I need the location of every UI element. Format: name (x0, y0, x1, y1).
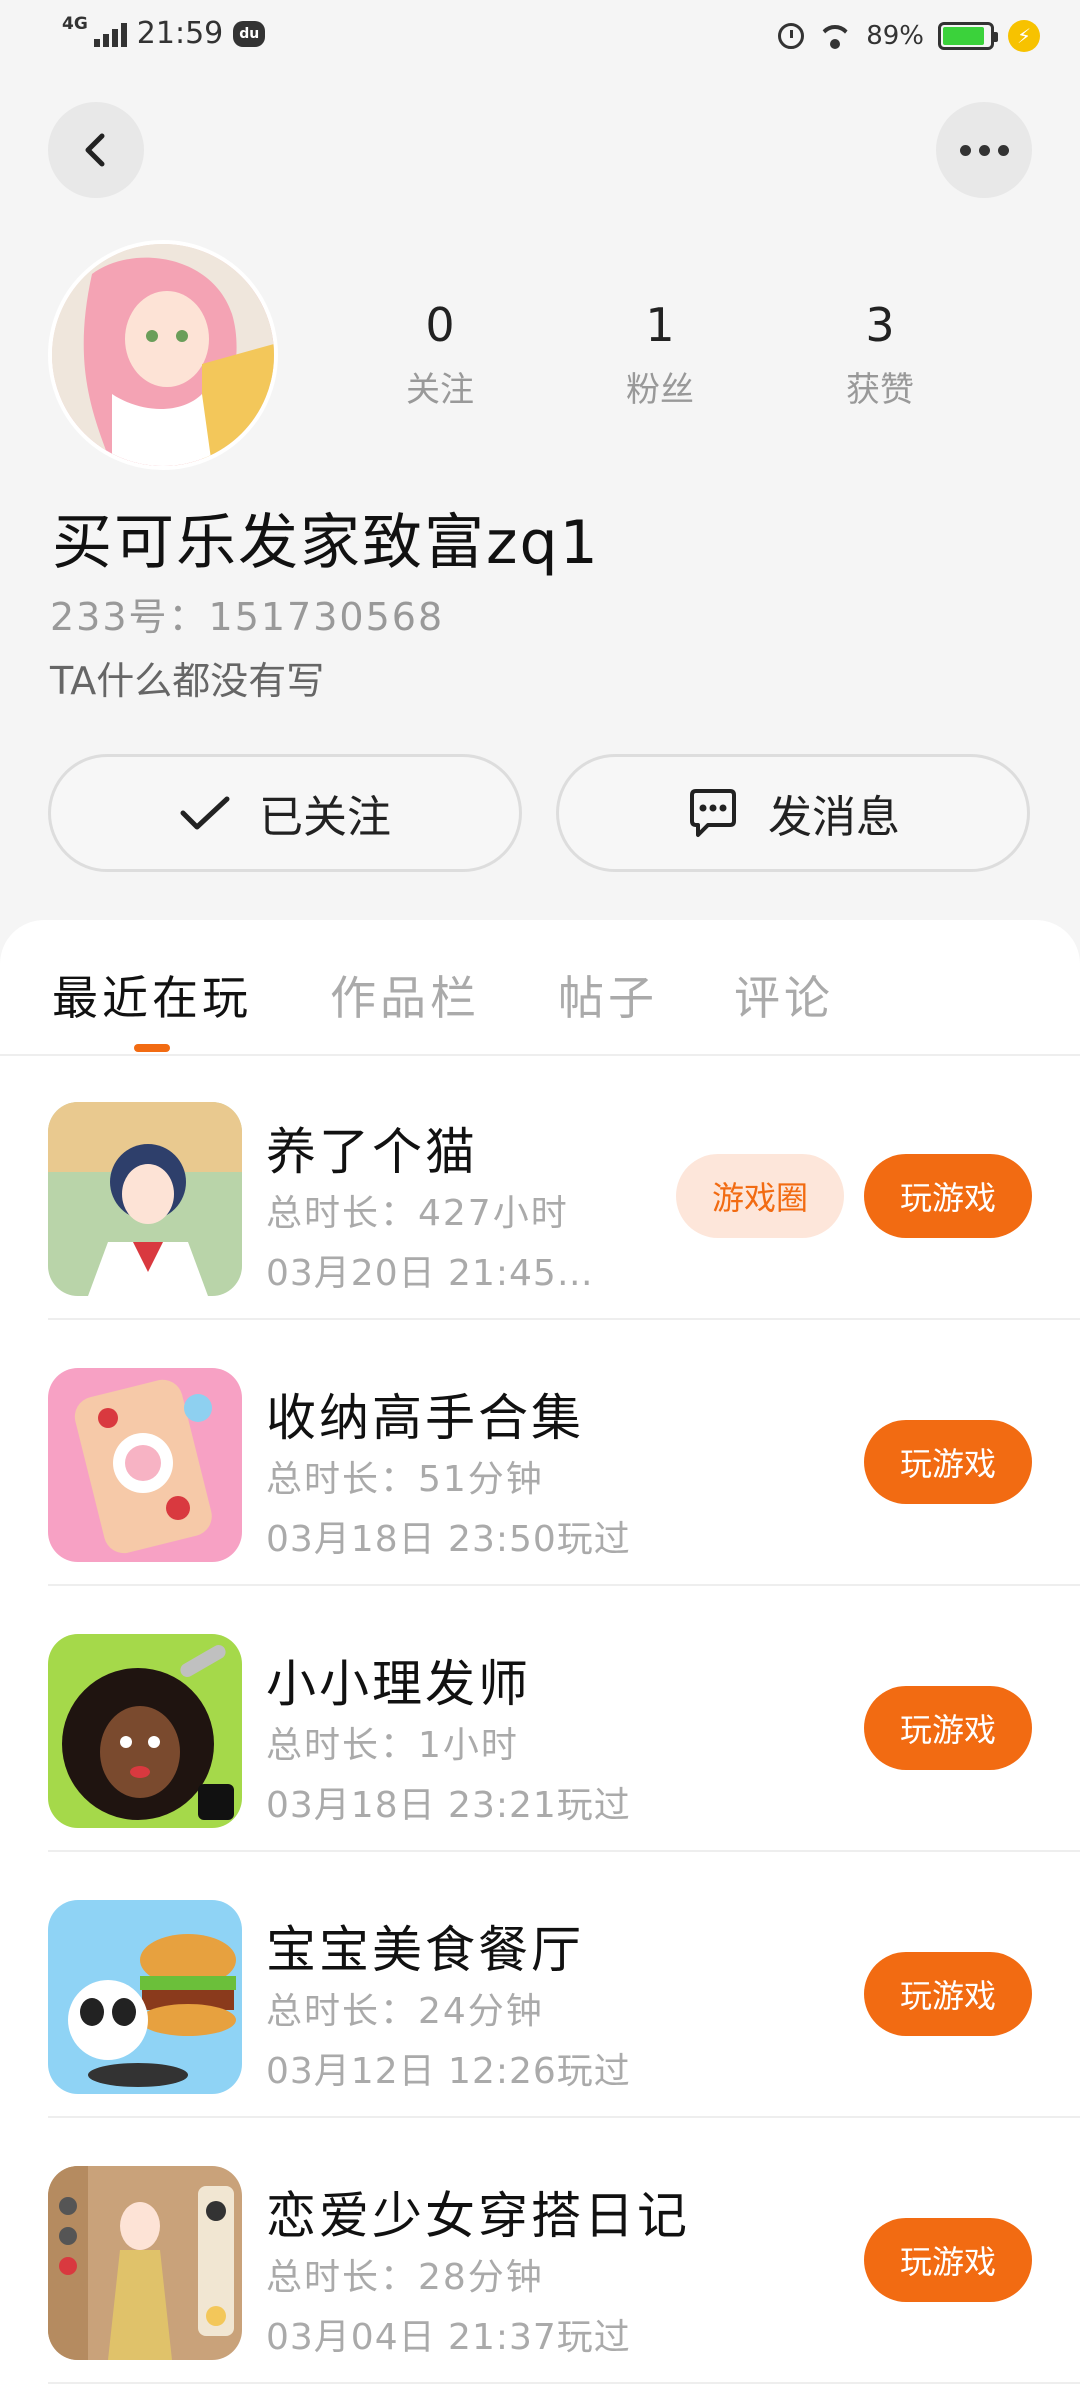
game-title: 恋爱少女穿搭日记 (266, 2187, 690, 2245)
game-duration: 总时长：1小时 (266, 1725, 519, 1766)
charging-icon: ⚡ (1008, 20, 1040, 52)
play-game-button[interactable]: 玩游戏 (864, 1154, 1032, 1238)
game-circle-button[interactable]: 游戏圈 (676, 1154, 844, 1238)
tab-recently-played[interactable]: 最近在玩 (52, 962, 252, 1028)
game-duration: 总时长：427小时 (266, 1193, 569, 1234)
play-game-button[interactable]: 玩游戏 (864, 1952, 1032, 2036)
stat-value: 0 (425, 298, 455, 352)
game-last-played: 03月18日 23:21玩过 (266, 1785, 631, 1826)
game-last-played: 03月18日 23:50玩过 (266, 1519, 631, 1560)
profile-stats: 0 关注 1 粉丝 3 获赞 (330, 298, 990, 411)
send-message-label: 发消息 (768, 792, 900, 843)
active-tab-indicator (134, 1044, 170, 1052)
play-game-button[interactable]: 玩游戏 (864, 1686, 1032, 1770)
tab-works[interactable]: 作品栏 (330, 962, 480, 1028)
game-last-played: 03月04日 21:37玩过 (266, 2317, 631, 2358)
list-item[interactable]: 宝宝美食餐厅 总时长：24分钟 03月12日 12:26玩过 玩游戏 (48, 1852, 1080, 2118)
game-duration: 总时长：51分钟 (266, 1459, 544, 1500)
list-item[interactable]: 恋爱少女穿搭日记 总时长：28分钟 03月04日 21:37玩过 玩游戏 (48, 2118, 1080, 2384)
stat-value: 3 (865, 298, 895, 352)
game-icon (48, 2166, 242, 2360)
du-app-icon: du (233, 20, 266, 47)
game-icon (48, 1368, 242, 1562)
stat-likes[interactable]: 3 获赞 (770, 298, 990, 411)
chat-bubble-icon (690, 789, 736, 837)
play-game-button[interactable]: 玩游戏 (864, 1420, 1032, 1504)
checkmark-icon (180, 796, 230, 830)
game-duration: 总时长：24分钟 (266, 1991, 544, 2032)
game-title: 养了个猫 (266, 1123, 478, 1181)
battery-percent: 89% (866, 21, 924, 51)
stat-value: 1 (645, 298, 675, 352)
tab-posts[interactable]: 帖子 (558, 962, 658, 1028)
list-item[interactable]: 收纳高手合集 总时长：51分钟 03月18日 23:50玩过 玩游戏 (48, 1320, 1080, 1586)
list-item[interactable]: 小小理发师 总时长：1小时 03月18日 23:21玩过 玩游戏 (48, 1586, 1080, 1852)
avatar[interactable] (48, 240, 278, 470)
back-button[interactable] (48, 102, 144, 198)
user-id: 233号：151730568 (50, 595, 445, 639)
bio: TA什么都没有写 (50, 659, 325, 703)
game-last-played: 03月20日 21:45… (266, 1253, 594, 1294)
network-type: 4G (62, 13, 88, 34)
tab-comments[interactable]: 评论 (734, 962, 834, 1028)
game-icon (48, 1634, 242, 1828)
game-duration: 总时长：28分钟 (266, 2257, 544, 2298)
more-button[interactable] (936, 102, 1032, 198)
play-game-button[interactable]: 玩游戏 (864, 2218, 1032, 2302)
signal-icon (93, 21, 127, 47)
battery-icon (938, 22, 998, 50)
alarm-icon (778, 23, 805, 49)
send-message-button[interactable]: 发消息 (556, 754, 1030, 872)
status-bar: 4G 21:59 du 89% ⚡ (0, 0, 1080, 80)
more-dots-icon (959, 144, 1009, 156)
username: 买可乐发家致富zq1 (52, 508, 600, 578)
game-title: 小小理发师 (266, 1655, 531, 1713)
stat-following[interactable]: 0 关注 (330, 298, 550, 411)
game-icon (48, 1900, 242, 2094)
tab-bar: 最近在玩 作品栏 帖子 评论 (0, 920, 1080, 1056)
list-item[interactable]: 养了个猫 总时长：427小时 03月20日 21:45… 游戏圈 玩游戏 (48, 1054, 1080, 1320)
followed-button[interactable]: 已关注 (48, 754, 522, 872)
game-title: 收纳高手合集 (266, 1389, 584, 1447)
wifi-icon (818, 23, 852, 49)
game-title: 宝宝美食餐厅 (266, 1921, 584, 1979)
game-last-played: 03月12日 12:26玩过 (266, 2051, 631, 2092)
stat-followers[interactable]: 1 粉丝 (550, 298, 770, 411)
content-panel: 最近在玩 作品栏 帖子 评论 养了个猫 总时长：427小时 03月20日 21:… (0, 920, 1080, 2400)
stat-label: 关注 (406, 370, 474, 410)
avatar-image (52, 244, 274, 466)
stat-label: 获赞 (846, 370, 914, 410)
status-time: 21:59 (136, 16, 224, 51)
stat-label: 粉丝 (626, 370, 694, 410)
game-icon (48, 1102, 242, 1296)
chevron-left-icon (85, 133, 105, 167)
followed-label: 已关注 (259, 792, 391, 843)
